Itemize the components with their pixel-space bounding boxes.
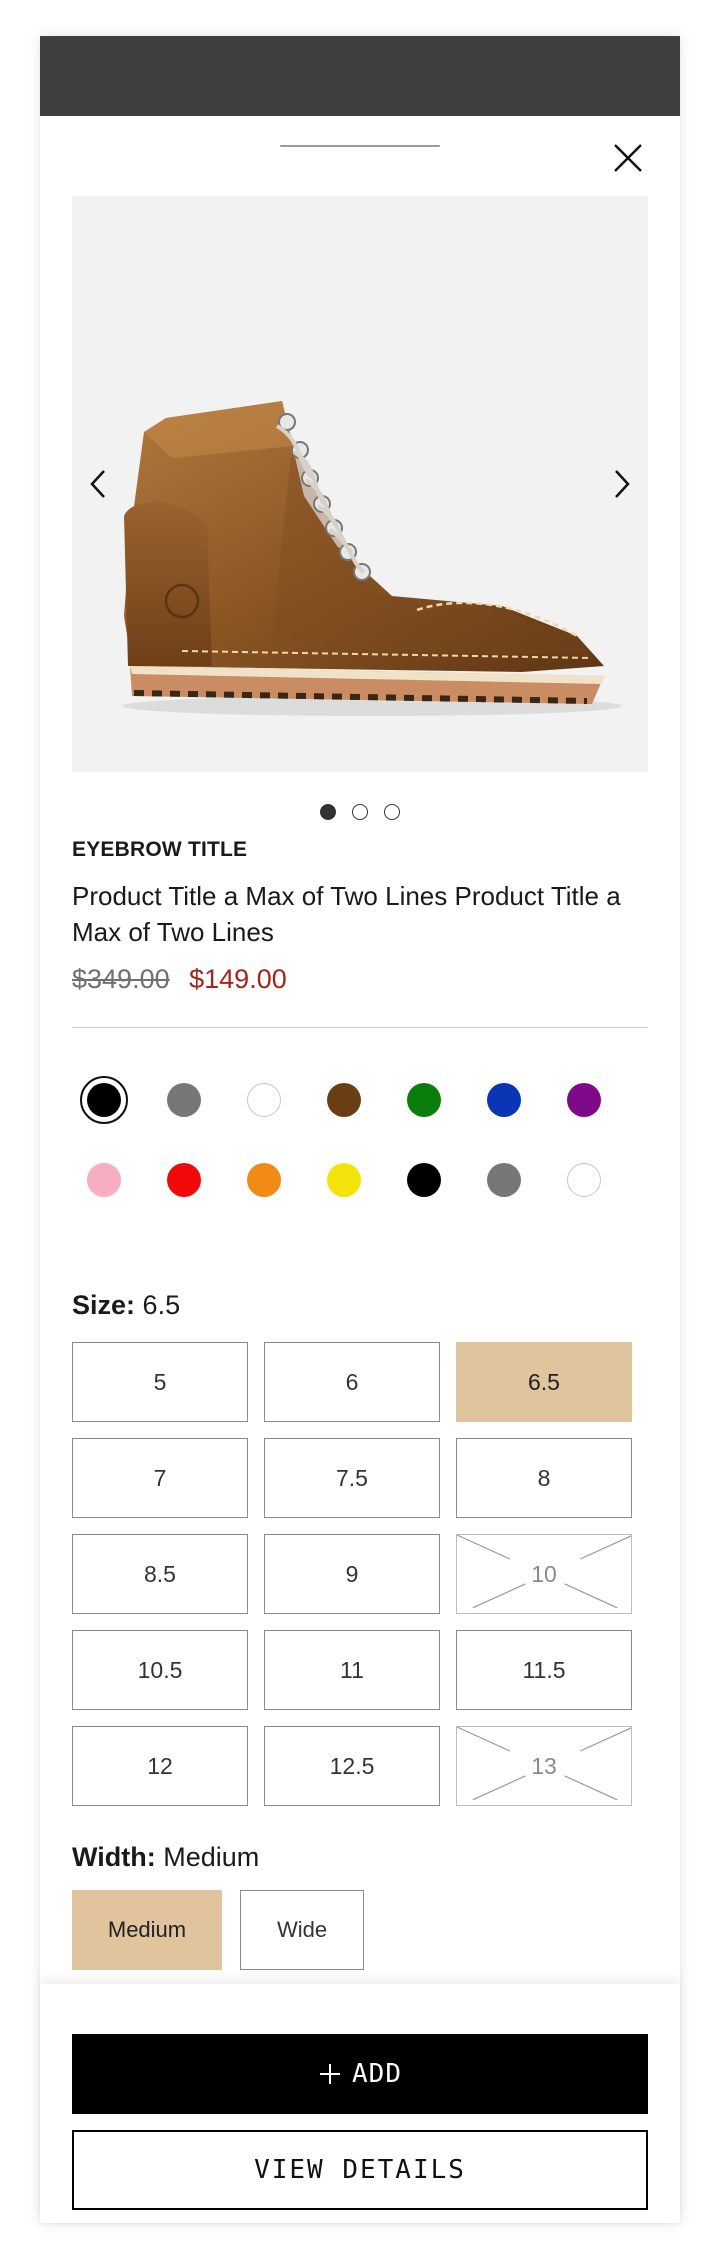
size-label: Size: [72, 1290, 136, 1320]
color-chip [167, 1083, 201, 1117]
size-option-label: 6 [345, 1368, 359, 1395]
color-swatch-black[interactable] [80, 1076, 128, 1124]
header-bar [40, 36, 680, 116]
size-option-label: 8.5 [144, 1560, 176, 1587]
size-option-label: 11.5 [522, 1656, 566, 1683]
size-option-12[interactable]: 12 [72, 1726, 248, 1806]
width-option-wide[interactable]: Wide [240, 1890, 364, 1970]
color-swatch-green[interactable] [400, 1076, 448, 1124]
gallery-pagination [40, 804, 680, 820]
chevron-left-icon [90, 470, 105, 498]
size-option-label: 13 [531, 1752, 557, 1779]
color-swatch-yellow[interactable] [320, 1156, 368, 1204]
color-swatch-gray[interactable] [480, 1156, 528, 1204]
width-heading: Width: Medium [72, 1842, 259, 1873]
color-chip [327, 1083, 361, 1117]
color-swatch-gray[interactable] [160, 1076, 208, 1124]
color-swatch-blue[interactable] [480, 1076, 528, 1124]
size-option-8.5[interactable]: 8.5 [72, 1534, 248, 1614]
divider [72, 1027, 648, 1028]
quick-view-sheet: EYEBROW TITLE Product Title a Max of Two… [40, 36, 680, 2223]
price-row: $349.00 $149.00 [72, 964, 287, 995]
size-option-9[interactable]: 9 [264, 1534, 440, 1614]
selected-width: Medium [163, 1842, 260, 1872]
size-option-11[interactable]: 11 [264, 1630, 440, 1710]
size-option-label: 5 [153, 1368, 167, 1395]
add-to-cart-button[interactable]: ADD [72, 2034, 648, 2114]
size-option-6.5[interactable]: 6.5 [456, 1342, 632, 1422]
plus-icon [320, 2064, 341, 2084]
color-chip [487, 1083, 521, 1117]
width-option-medium[interactable]: Medium [72, 1890, 222, 1970]
add-button-label: ADD [352, 2059, 402, 2089]
color-chip [407, 1083, 441, 1117]
color-chip [567, 1083, 601, 1117]
color-swatch-white[interactable] [240, 1076, 288, 1124]
gallery-dot[interactable] [384, 804, 400, 820]
view-details-button[interactable]: VIEW DETAILS [72, 2130, 648, 2210]
selected-size: 6.5 [142, 1290, 181, 1320]
chevron-right-icon [615, 470, 630, 498]
color-chip [407, 1163, 441, 1197]
size-option-label: 10 [531, 1560, 557, 1587]
size-option-label: 10.5 [137, 1656, 183, 1683]
eyebrow-title: EYEBROW TITLE [72, 838, 248, 861]
size-option-11.5[interactable]: 11.5 [456, 1630, 632, 1710]
width-label: Width: [72, 1842, 156, 1872]
size-option-10[interactable]: 10 [456, 1534, 632, 1614]
size-option-label: 6.5 [528, 1368, 560, 1395]
size-option-5[interactable]: 5 [72, 1342, 248, 1422]
color-swatch-black[interactable] [400, 1156, 448, 1204]
action-footer: ADD VIEW DETAILS [40, 1984, 680, 2223]
color-chip [487, 1163, 521, 1197]
size-option-label: 12 [147, 1752, 173, 1779]
color-swatch-pink[interactable] [80, 1156, 128, 1204]
gallery-dot[interactable] [352, 804, 368, 820]
color-chip [167, 1163, 201, 1197]
size-option-label: 7.5 [336, 1464, 368, 1491]
original-price: $349.00 [72, 964, 170, 994]
size-option-label: 9 [345, 1560, 359, 1587]
size-option-10.5[interactable]: 10.5 [72, 1630, 248, 1710]
color-chip [87, 1083, 121, 1117]
color-chip [247, 1083, 281, 1117]
color-swatch-list [80, 1076, 640, 1204]
size-option-label: 7 [153, 1464, 167, 1491]
gallery-dot[interactable] [320, 804, 336, 820]
width-options: Medium Wide [72, 1890, 364, 1970]
color-swatch-brown[interactable] [320, 1076, 368, 1124]
color-swatch-orange[interactable] [240, 1156, 288, 1204]
color-swatch-purple[interactable] [560, 1076, 608, 1124]
color-chip [327, 1163, 361, 1197]
size-options: 5 6 6.5 7 7.5 8 8.5 9 10 10.5 11 11.5 12 12.5 13 [72, 1342, 632, 1806]
drag-handle[interactable] [280, 145, 440, 147]
size-option-label: 8 [537, 1464, 551, 1491]
color-chip [87, 1163, 121, 1197]
next-image-button[interactable] [602, 456, 642, 512]
previous-image-button[interactable] [78, 456, 118, 512]
color-chip [567, 1163, 601, 1197]
size-option-13[interactable]: 13 [456, 1726, 632, 1806]
color-swatch-white[interactable] [560, 1156, 608, 1204]
product-image-gallery[interactable] [72, 196, 648, 772]
size-option-12.5[interactable]: 12.5 [264, 1726, 440, 1806]
color-chip [247, 1163, 281, 1197]
size-option-label: 12.5 [329, 1752, 375, 1779]
size-option-6[interactable]: 6 [264, 1342, 440, 1422]
product-title: Product Title a Max of Two Lines Product… [72, 881, 621, 947]
close-icon [614, 144, 642, 172]
size-option-7[interactable]: 7 [72, 1438, 248, 1518]
product-image [122, 401, 622, 716]
close-button[interactable] [606, 136, 650, 180]
size-option-7.5[interactable]: 7.5 [264, 1438, 440, 1518]
size-heading: Size: 6.5 [72, 1290, 180, 1321]
sale-price: $149.00 [189, 964, 287, 994]
color-swatch-red[interactable] [160, 1156, 208, 1204]
size-option-8[interactable]: 8 [456, 1438, 632, 1518]
size-option-label: 11 [340, 1656, 364, 1683]
